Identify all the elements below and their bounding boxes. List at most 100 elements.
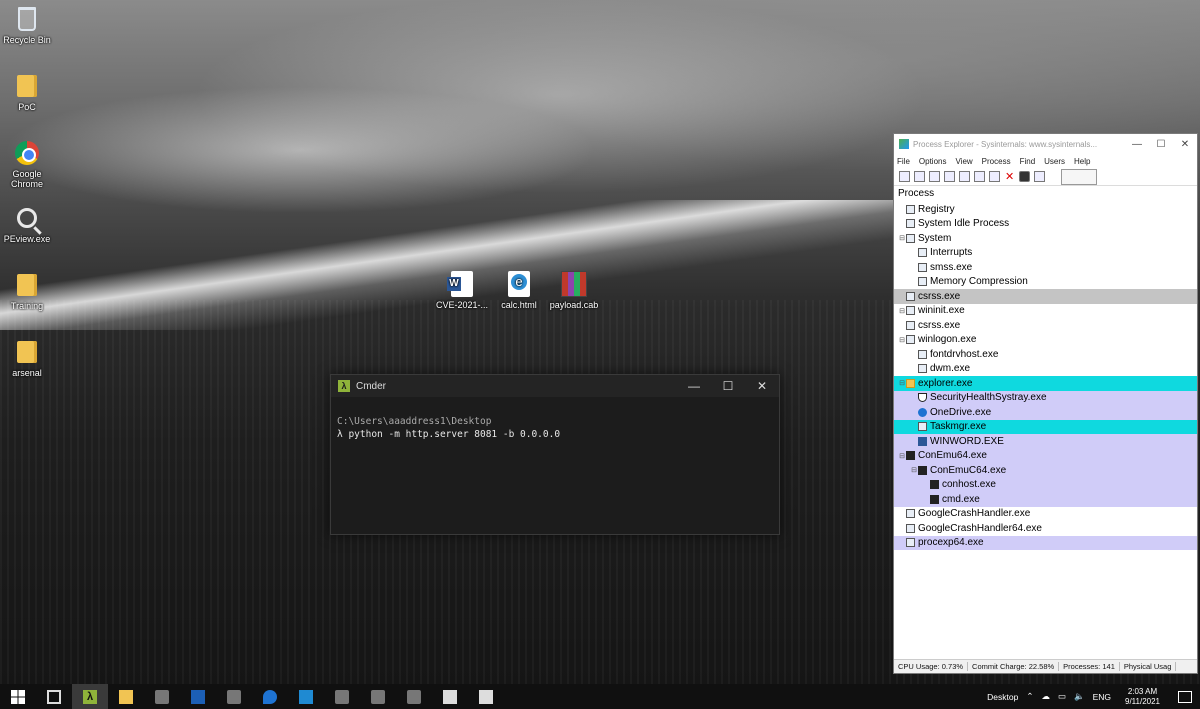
process-row[interactable]: OneDrive.exe [894,405,1197,420]
process-tree: Registry System Idle Process ⊟ System Interr… [894,202,1197,550]
collapse-icon[interactable]: ⊟ [910,466,918,474]
task-view-button[interactable] [36,684,72,709]
window-title: Cmder [356,380,387,392]
process-row[interactable]: ⊟ explorer.exe [894,376,1197,391]
taskbar-app-1[interactable] [144,684,180,709]
desktop-icon-cve-doc[interactable]: CVE-2021-... [432,271,492,310]
menu-find[interactable]: Find [1020,157,1036,166]
process-row[interactable]: GoogleCrashHandler64.exe [894,521,1197,536]
collapse-icon[interactable]: ⊟ [898,452,906,460]
taskbar-app-4[interactable] [324,684,360,709]
process-row[interactable]: ⊟ ConEmu64.exe [894,448,1197,463]
close-button[interactable]: ✕ [1173,139,1197,150]
process-row[interactable]: Registry [894,202,1197,217]
process-row[interactable]: smss.exe [894,260,1197,275]
taskbar-file-explorer[interactable] [108,684,144,709]
process-row[interactable]: WINWORD.EXE [894,434,1197,449]
menu-help[interactable]: Help [1074,157,1090,166]
desktop-icon-training[interactable]: Training [0,272,57,311]
kill-process-icon[interactable]: ✕ [1004,171,1015,183]
language-indicator[interactable]: ENG [1093,692,1111,702]
desktop-icon-payload-cab[interactable]: payload.cab [544,271,604,310]
menu-process[interactable]: Process [982,157,1011,166]
procexp-titlebar[interactable]: Process Explorer - Sysinternals: www.sys… [894,134,1197,154]
desktop-icon-chrome[interactable]: Google Chrome [0,140,57,189]
process-row[interactable]: SecurityHealthSystray.exe [894,390,1197,405]
process-row[interactable]: ⊟ ConEmuC64.exe [894,463,1197,478]
refresh-icon[interactable] [914,171,925,182]
cmder-window[interactable]: λ Cmder — ☐ ✕ C:\Users\aaaddress1\Deskto… [330,374,780,535]
clock[interactable]: 2:03 AM 9/11/2021 [1121,687,1164,707]
desktop-toolbar-label[interactable]: Desktop [987,692,1018,702]
process-row[interactable]: Interrupts [894,246,1197,261]
menu-file[interactable]: File [897,157,910,166]
chevron-up-icon[interactable]: ⌃ [1026,691,1033,702]
process-explorer-window[interactable]: Process Explorer - Sysinternals: www.sys… [893,133,1198,674]
desktop-icon-label: Training [10,301,44,311]
process-row[interactable]: GoogleCrashHandler.exe [894,507,1197,522]
taskbar-app-2[interactable] [180,684,216,709]
process-row[interactable]: cmd.exe [894,492,1197,507]
process-row[interactable]: Taskmgr.exe [894,419,1197,434]
network-icon[interactable]: ▭ [1058,691,1066,702]
taskbar-cmder[interactable]: λ [72,684,108,709]
maximize-button[interactable]: ☐ [1149,139,1173,150]
desktop-icon-recycle-bin[interactable]: Recycle Bin [0,6,57,45]
close-button[interactable]: ✕ [745,379,779,393]
desktop-icon-peview[interactable]: PEview.exe [0,205,57,244]
menu-options[interactable]: Options [919,157,947,166]
command-line[interactable]: λ python -m http.server 8081 -b 0.0.0.0 [337,428,773,441]
start-button[interactable] [0,684,36,709]
notification-icon[interactable] [1178,690,1192,703]
lower-pane-icon[interactable] [959,171,970,182]
menu-view[interactable]: View [955,157,972,166]
desktop-icon-arsenal[interactable]: arsenal [0,339,57,378]
collapse-icon[interactable]: ⊟ [898,379,906,387]
column-header-process[interactable]: Process [894,186,1197,202]
target-icon[interactable] [1034,171,1045,182]
save-icon[interactable] [899,171,910,182]
process-row[interactable]: ⊟ winlogon.exe [894,333,1197,348]
volume-icon[interactable]: 🔈 [1074,691,1085,702]
collapse-icon[interactable]: ⊟ [898,234,906,242]
minimize-button[interactable]: — [677,379,711,393]
taskbar-procexp[interactable] [360,684,396,709]
process-row[interactable]: csrss.exe [894,289,1197,304]
desktop-icon-poc[interactable]: PoC [0,73,57,112]
process-row[interactable]: System Idle Process [894,217,1197,232]
process-row[interactable]: ⊟ wininit.exe [894,304,1197,319]
process-row[interactable]: procexp64.exe [894,535,1197,550]
desktop-icon-calc-html[interactable]: calc.html [489,271,549,310]
task-view-icon [47,689,61,704]
taskbar-maps[interactable] [252,684,288,709]
process-icon [918,262,927,272]
terminal-area[interactable]: C:\Users\aaaddress1\Desktop λ python -m … [331,397,779,441]
taskbar-app-3[interactable] [216,684,252,709]
process-name: procexp64.exe [918,537,984,549]
find-icon[interactable] [1019,171,1030,182]
dll-view-icon[interactable] [974,171,985,182]
taskbar-app-6[interactable] [432,684,468,709]
properties-icon[interactable] [944,171,955,182]
minimize-button[interactable]: — [1125,139,1149,150]
process-row[interactable]: conhost.exe [894,477,1197,492]
taskbar-app-5[interactable] [396,684,432,709]
taskbar-vscode[interactable] [288,684,324,709]
process-row[interactable]: dwm.exe [894,362,1197,377]
handle-view-icon[interactable] [989,171,1000,182]
process-icon [918,349,927,359]
collapse-icon[interactable]: ⊟ [898,307,906,315]
process-row[interactable]: fontdrvhost.exe [894,347,1197,362]
collapse-icon[interactable]: ⊟ [898,336,906,344]
cloud-icon[interactable]: ☁ [1041,691,1050,702]
menu-users[interactable]: Users [1044,157,1065,166]
process-row[interactable]: ⊟ System [894,231,1197,246]
menu-bar: File Options View Process Find Users Hel… [894,154,1197,168]
system-info-icon[interactable] [929,171,940,182]
taskbar-security[interactable] [468,684,504,709]
desktop[interactable]: Recycle Bin PoC Google Chrome PEview.exe… [0,0,1200,684]
cmder-titlebar[interactable]: λ Cmder — ☐ ✕ [331,375,779,397]
process-row[interactable]: Memory Compression [894,275,1197,290]
maximize-button[interactable]: ☐ [711,379,745,393]
process-row[interactable]: csrss.exe [894,318,1197,333]
